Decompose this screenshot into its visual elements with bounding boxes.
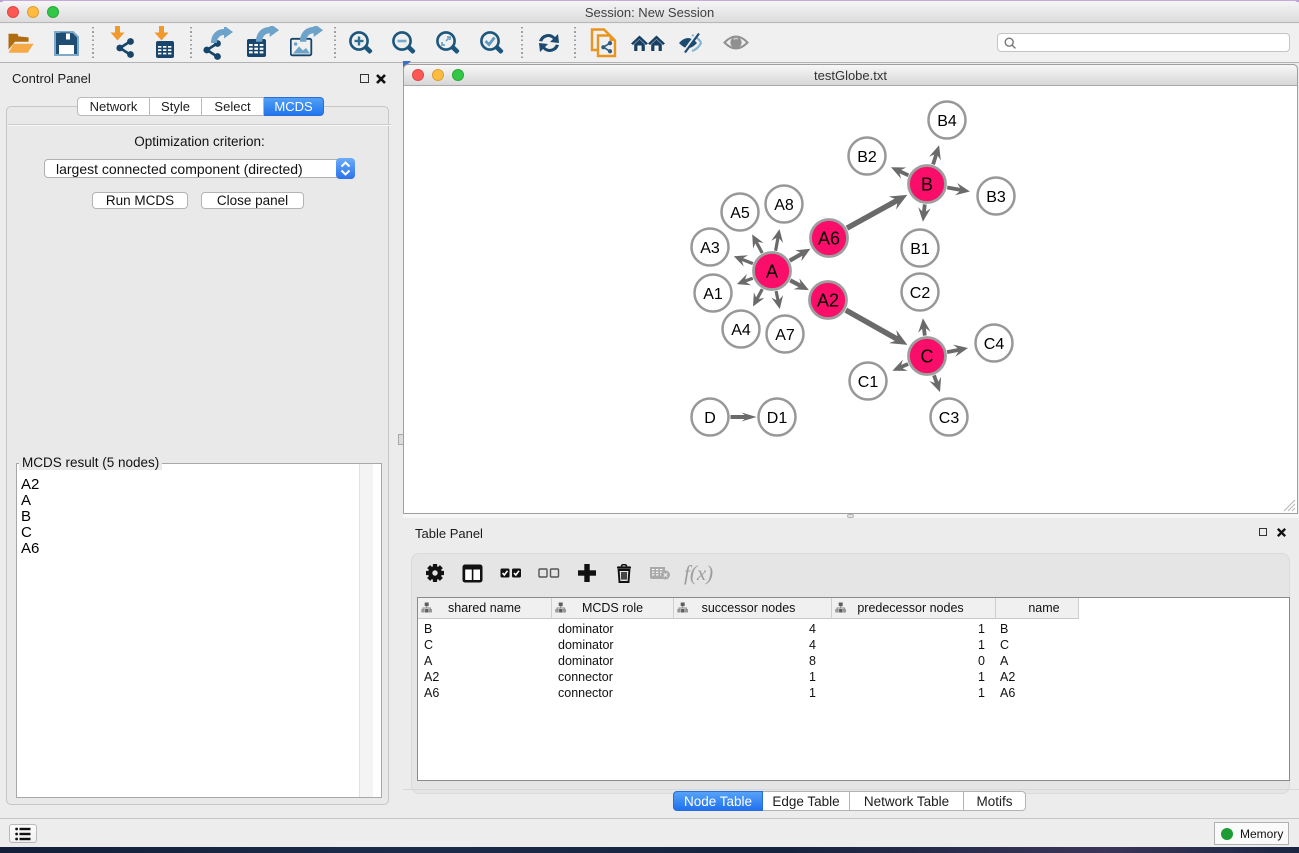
svg-text:B2: B2 (857, 149, 877, 166)
svg-text:A4: A4 (731, 322, 751, 339)
svg-text:B3: B3 (986, 189, 1006, 206)
svg-text:B1: B1 (910, 241, 930, 258)
svg-text:B4: B4 (937, 113, 957, 130)
svg-text:A1: A1 (703, 286, 723, 303)
svg-text:A2: A2 (817, 291, 839, 311)
svg-text:A: A (766, 262, 778, 282)
svg-text:C4: C4 (984, 336, 1005, 353)
svg-text:A5: A5 (730, 205, 750, 222)
svg-text:C2: C2 (910, 285, 931, 302)
svg-text:B: B (921, 175, 933, 195)
svg-text:A7: A7 (775, 327, 795, 344)
svg-text:A6: A6 (818, 229, 840, 249)
svg-text:A3: A3 (700, 240, 720, 257)
svg-text:D: D (704, 410, 716, 427)
svg-text:A8: A8 (774, 197, 794, 214)
svg-text:C1: C1 (858, 374, 879, 391)
svg-text:C3: C3 (939, 410, 960, 427)
svg-text:D1: D1 (767, 410, 788, 427)
svg-text:C: C (921, 347, 934, 367)
